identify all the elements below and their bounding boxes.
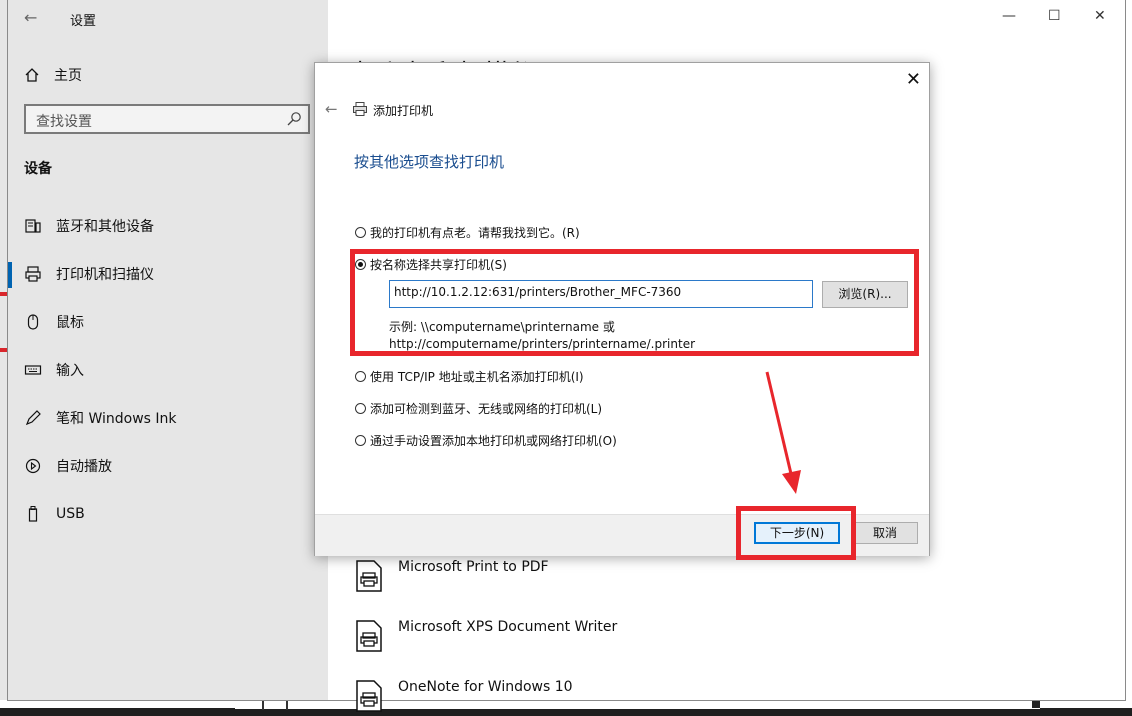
printer-icon [353,102,367,116]
sidebar-item-label: USB [56,506,85,522]
dialog-title: 添加打印机 [373,104,434,118]
radio-button[interactable] [355,435,366,446]
sidebar-item-usb[interactable]: USB [24,502,85,526]
printer-list-item[interactable]: OneNote for Windows 10 [354,676,573,716]
bluetooth-devices-icon [24,217,42,235]
printer-list-item[interactable]: Microsoft XPS Document Writer [354,616,617,656]
sidebar-item-autoplay[interactable]: 自动播放 [24,454,112,478]
search-input[interactable]: 查找设置 [36,111,92,131]
mouse-icon [24,313,42,331]
sidebar-item-label: 蓝牙和其他设备 [56,219,154,235]
sidebar-item-typing[interactable]: 输入 [24,358,84,382]
sidebar-item-mouse[interactable]: 鼠标 [24,310,84,334]
pen-icon [24,409,42,427]
dialog-heading: 按其他选项查找打印机 [354,153,505,171]
option-label: 使用 TCP/IP 地址或主机名添加打印机(I) [370,370,584,384]
printer-name: Microsoft XPS Document Writer [398,619,618,635]
sidebar-item-label: 打印机和扫描仪 [56,267,154,283]
option-label: 添加可检测到蓝牙、无线或网络的打印机(L) [370,402,603,416]
annotation-arrow [765,371,801,494]
printer-document-icon [356,560,382,592]
sidebar: ← 设置 主页 查找设置 设备 蓝牙和其他设备 打印机和扫描仪 鼠标 输入 笔和… [8,0,328,700]
background-annotation-mark [0,292,8,296]
annotation-highlight-box [350,249,919,356]
cancel-button[interactable]: 取消 [852,522,918,544]
search-icon [287,112,301,126]
printer-list-item[interactable]: Microsoft Print to PDF [354,556,549,596]
maximize-button[interactable]: ☐ [1048,8,1061,24]
option-label: 通过手动设置添加本地打印机或网络打印机(O) [370,434,617,448]
printer-document-icon [356,620,382,652]
home-icon [25,68,39,82]
printer-name: OneNote for Windows 10 [398,679,573,695]
back-arrow-icon[interactable]: ← [24,8,37,27]
sidebar-item-label: 鼠标 [56,315,84,331]
background-annotation-mark [0,348,8,352]
option-manual[interactable]: 通过手动设置添加本地打印机或网络打印机(O) [355,432,617,449]
autoplay-icon [24,457,42,475]
printer-name: Microsoft Print to PDF [398,559,549,575]
sidebar-item-label: 主页 [54,68,82,84]
sidebar-item-label: 自动播放 [56,459,112,475]
dialog-close-button[interactable]: ✕ [906,69,921,90]
search-box[interactable]: 查找设置 [24,104,310,134]
window-title: 设置 [70,14,97,29]
option-wireless[interactable]: 添加可检测到蓝牙、无线或网络的打印机(L) [355,400,602,417]
sidebar-item-printers[interactable]: 打印机和扫描仪 [24,262,154,286]
option-old-printer[interactable]: 我的打印机有点老。请帮我找到它。(R) [355,224,580,241]
sidebar-item-home[interactable]: 主页 [24,64,82,86]
usb-icon [24,505,42,523]
minimize-button[interactable]: — [1002,8,1016,24]
sidebar-item-label: 笔和 Windows Ink [56,411,177,427]
option-tcpip[interactable]: 使用 TCP/IP 地址或主机名添加打印机(I) [355,368,584,385]
option-label: 我的打印机有点老。请帮我找到它。(R) [370,226,580,240]
radio-button[interactable] [355,371,366,382]
keyboard-icon [24,361,42,379]
radio-button[interactable] [355,227,366,238]
dialog-back-arrow-icon[interactable]: ← [325,100,338,118]
printer-icon [24,265,42,283]
section-title: 设备 [24,161,52,177]
sidebar-item-bluetooth[interactable]: 蓝牙和其他设备 [24,214,154,238]
sidebar-item-pen[interactable]: 笔和 Windows Ink [24,406,177,430]
active-indicator [8,262,12,288]
close-button[interactable]: ✕ [1094,8,1106,24]
radio-button[interactable] [355,403,366,414]
annotation-highlight-box [736,506,856,560]
add-printer-dialog: ✕ ← 添加打印机 按其他选项查找打印机 我的打印机有点老。请帮我找到它。(R)… [314,62,930,556]
sidebar-item-label: 输入 [56,363,84,379]
